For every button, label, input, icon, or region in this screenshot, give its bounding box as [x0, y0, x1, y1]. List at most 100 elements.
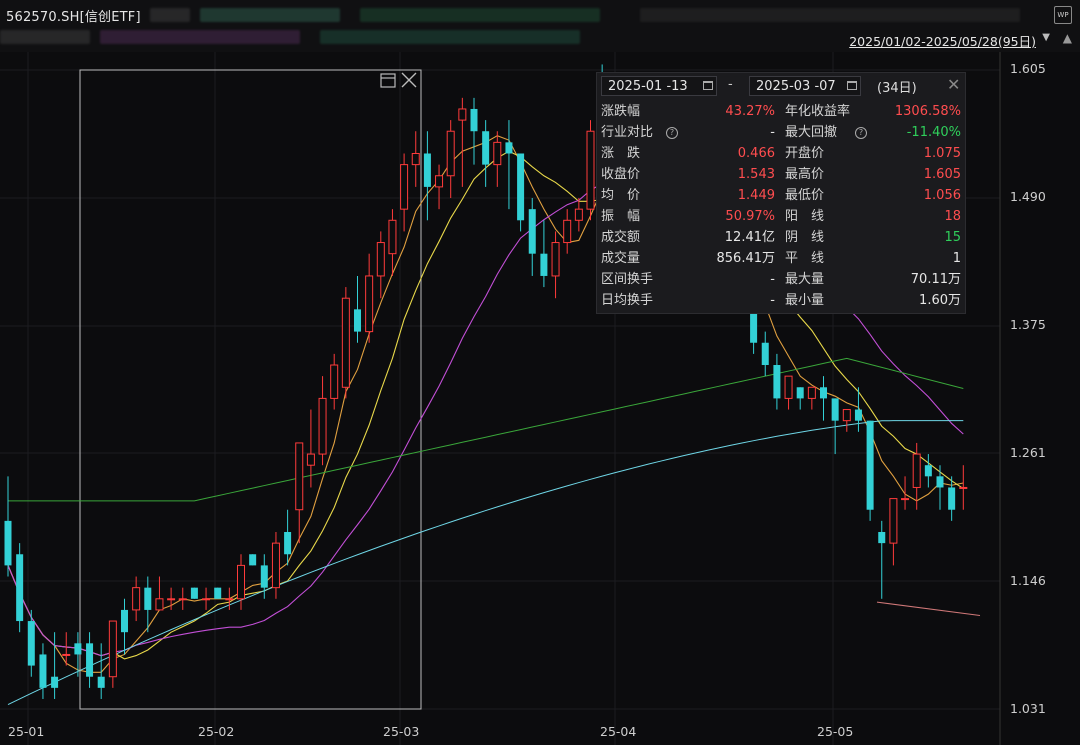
selection-box[interactable] — [79, 69, 422, 710]
ma60-line — [8, 357, 964, 502]
stat-label: 区间换手 — [601, 272, 654, 287]
stat-value: 1.605 — [923, 167, 961, 182]
candle — [924, 454, 932, 488]
chevron-down-icon[interactable]: ▼ — [1042, 32, 1050, 43]
candle — [482, 120, 490, 187]
stat-value: 1306.58% — [894, 104, 961, 119]
candle — [376, 231, 385, 299]
ma120-line — [7, 420, 964, 705]
candle — [295, 442, 304, 544]
candle — [586, 120, 595, 221]
candle — [271, 531, 280, 599]
stat-value: 1.60万 — [919, 293, 961, 308]
wp-icon[interactable]: WP — [1054, 6, 1072, 24]
candle — [784, 375, 793, 410]
start-date-field[interactable]: 2025-01 -13 — [601, 76, 717, 96]
candle — [517, 153, 525, 232]
calendar-icon[interactable] — [847, 81, 857, 90]
candle — [318, 376, 327, 466]
panel-header: 2025-01 -13 - 2025-03 -07 (34日) ✕ — [601, 75, 961, 98]
candle — [330, 353, 339, 410]
stats-row: 涨 跌 0.466 开盘价 1.075 — [597, 143, 965, 164]
stat-value: 1 — [952, 251, 961, 266]
candle — [388, 209, 397, 276]
stat-label: 最高价 — [785, 167, 825, 182]
stats-row: 振 幅 50.97% 阳 线 18 — [597, 206, 965, 227]
stats-row: 日均换手 - 最小量 1.60万 — [597, 290, 965, 311]
candle — [249, 554, 257, 566]
candle — [108, 620, 117, 688]
top-bar: 562570.SH[信创ETF] WP 2025/01/02-2025/05/2… — [0, 0, 1080, 52]
help-icon[interactable]: ? — [855, 127, 867, 139]
help-icon[interactable]: ? — [666, 127, 678, 139]
y-tick: 1.605 — [1010, 61, 1046, 76]
stats-row: 成交额 12.41亿阴 线 15 — [597, 227, 965, 248]
stat-value: 50.97% — [725, 209, 775, 224]
stat-value: -11.40% — [906, 125, 961, 140]
candle — [39, 643, 47, 699]
stat-label: 振 幅 — [601, 209, 641, 224]
candle — [178, 587, 187, 610]
y-tick: 1.146 — [1010, 573, 1046, 588]
candle — [528, 198, 536, 276]
stat-value: - — [770, 293, 775, 308]
stat-value: 15 — [944, 230, 961, 245]
end-date-field[interactable]: 2025-03 -07 — [749, 76, 861, 96]
x-tick: 25-01 — [8, 724, 45, 739]
stat-label: 收盘价 — [601, 167, 641, 182]
candle — [936, 465, 944, 510]
candle — [16, 543, 24, 633]
candle — [423, 131, 431, 221]
stat-value: 12.41亿 — [724, 230, 775, 245]
candle — [761, 331, 769, 377]
stat-value: 70.11万 — [910, 272, 961, 287]
start-date-text: 2025-01 -13 — [608, 79, 688, 94]
calendar-icon[interactable] — [703, 81, 713, 90]
stat-label: 开盘价 — [785, 146, 825, 161]
maximize-icon[interactable] — [380, 73, 396, 88]
end-date-text: 2025-03 -07 — [756, 79, 836, 94]
y-tick: 1.375 — [1010, 317, 1046, 332]
stats-row: 收盘价 1.543 最高价 1.605 — [597, 164, 965, 185]
ticker-label[interactable]: 562570.SH[信创ETF] — [6, 6, 141, 25]
candle — [365, 253, 374, 343]
stat-label: 涨跌幅 — [601, 104, 641, 119]
stat-value: 1.075 — [923, 146, 961, 161]
candle — [470, 97, 478, 165]
stat-value: 43.27% — [725, 104, 775, 119]
stat-label: 平 线 — [785, 251, 825, 266]
stats-row: 成交量 856.41万平 线 1 — [597, 248, 965, 269]
x-tick: 25-04 — [600, 724, 637, 739]
candle — [563, 209, 572, 254]
candle — [959, 465, 968, 510]
ma250-line — [876, 601, 981, 616]
stat-label: 最大回撤 — [785, 125, 838, 140]
stat-value: 0.466 — [737, 146, 775, 161]
blurred-area — [100, 30, 300, 44]
stat-label: 年化收益率 — [785, 104, 851, 119]
candle — [97, 643, 105, 699]
x-tick: 25-02 — [198, 724, 235, 739]
close-icon[interactable]: ✕ — [947, 75, 960, 94]
candle — [341, 287, 350, 399]
candle — [132, 576, 141, 622]
stats-row: 区间换手 - 最大量 70.11万 — [597, 269, 965, 290]
stat-value: 1.543 — [737, 167, 775, 182]
close-icon[interactable] — [401, 72, 417, 88]
candle — [354, 275, 361, 343]
candle — [51, 632, 59, 699]
stats-row: 涨跌幅 43.27% 年化收益率 1306.58% — [597, 101, 965, 122]
stat-value: 1.056 — [923, 188, 961, 203]
date-range-selector[interactable]: 2025/01/02-2025/05/28(95日) — [849, 31, 1036, 50]
candle — [807, 386, 816, 410]
stat-label: 成交量 — [601, 251, 641, 266]
candle — [411, 131, 420, 187]
candle — [27, 609, 35, 677]
candle — [854, 387, 862, 432]
candle — [155, 576, 164, 611]
candle — [121, 598, 128, 655]
candle — [446, 120, 455, 199]
candle — [878, 520, 886, 599]
date-separator: - — [728, 77, 733, 92]
chevron-up-icon[interactable]: ▲ — [1063, 31, 1072, 45]
